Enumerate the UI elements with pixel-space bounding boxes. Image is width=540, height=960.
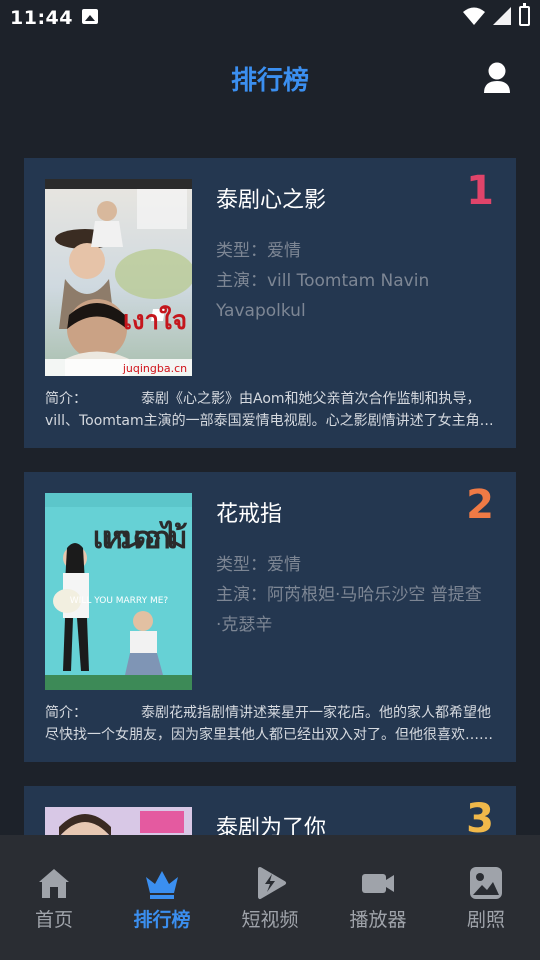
- home-icon: [39, 869, 69, 898]
- intro-text: 泰剧花戒指剧情讲述莱星开一家花店。他的家人都希望他尽快找一个女朋友，因为家里其他…: [45, 705, 493, 743]
- drama-type: 类型：爱情: [216, 555, 301, 575]
- ranking-card[interactable]: เงาใจ juqingba.cn 泰剧心之影 1 类型：爱情 主演：vill …: [24, 158, 516, 448]
- bottom-tab-bar: 首页 排行榜 短视频 播放器 剧照: [0, 835, 540, 960]
- intro-text: 泰剧《心之影》由Aom和她父亲首次合作监制和执导，vill、Toomtam主演的…: [45, 391, 494, 429]
- tab-ranking[interactable]: 排行榜: [108, 835, 216, 960]
- tab-stills[interactable]: 剧照: [432, 835, 540, 960]
- drama-type: 类型：爱情: [216, 241, 301, 261]
- intro-label: 简介：: [45, 705, 87, 721]
- drama-title: 花戒指: [216, 502, 283, 527]
- ranking-card[interactable]: แหวนดอกไม้ WILL YOU MARRY ME? 花戒指 2 类型：爱…: [24, 472, 516, 762]
- user-icon[interactable]: [482, 60, 512, 96]
- image-icon: [470, 867, 502, 899]
- tab-label: 播放器: [349, 909, 407, 931]
- drama-intro: 简介： 泰剧花戒指剧情讲述莱星开一家花店。他的家人都希望他尽快找一个女朋友，因为家…: [45, 702, 495, 746]
- signal-icon: [493, 7, 511, 25]
- rank-number: 1: [466, 168, 494, 214]
- page-title: 排行榜: [230, 66, 309, 96]
- status-time: 11:44: [10, 7, 73, 29]
- tab-home[interactable]: 首页: [0, 835, 108, 960]
- battery-icon: [519, 3, 530, 26]
- tab-player[interactable]: 播放器: [324, 835, 432, 960]
- drama-cast: 主演：vill Toomtam Navin Yavapolkul: [216, 271, 430, 321]
- poster-subtitle: WILL YOU MARRY ME?: [70, 596, 169, 606]
- tab-label: 首页: [34, 909, 73, 931]
- poster-image: แหวนดอกไม้ WILL YOU MARRY ME?: [45, 493, 192, 690]
- app-bar: 排行榜: [0, 36, 540, 120]
- status-bar: 11:44: [0, 0, 540, 36]
- poster-caption: juqingba.cn: [122, 362, 187, 375]
- tab-short-video[interactable]: 短视频: [216, 835, 324, 960]
- drama-intro: 简介： 泰剧《心之影》由Aom和她父亲首次合作监制和执导，vill、Toomtam…: [45, 388, 495, 432]
- poster-title-text: เงาใจ: [123, 305, 187, 336]
- poster-image: เงาใจ juqingba.cn: [45, 179, 192, 376]
- tab-label: 剧照: [466, 909, 505, 931]
- gallery-notification-icon: [82, 9, 98, 24]
- crown-icon: [146, 871, 178, 899]
- tab-label: 短视频: [241, 909, 299, 931]
- video-camera-icon: [362, 874, 394, 893]
- intro-label: 简介：: [45, 391, 87, 407]
- flash-video-icon: [258, 867, 286, 899]
- poster-title-text: แหวนดอกไม้: [93, 520, 188, 556]
- tab-label: 排行榜: [133, 909, 191, 931]
- status-icons: [463, 3, 530, 26]
- drama-cast: 主演：阿芮根妲·马哈乐沙空 普提查·克瑟辛: [216, 585, 482, 635]
- drama-title: 泰剧心之影: [216, 188, 327, 213]
- wifi-icon: [463, 7, 485, 25]
- ranking-list: เงาใจ juqingba.cn 泰剧心之影 1 类型：爱情 主演：vill …: [24, 158, 516, 910]
- rank-number: 2: [466, 482, 494, 528]
